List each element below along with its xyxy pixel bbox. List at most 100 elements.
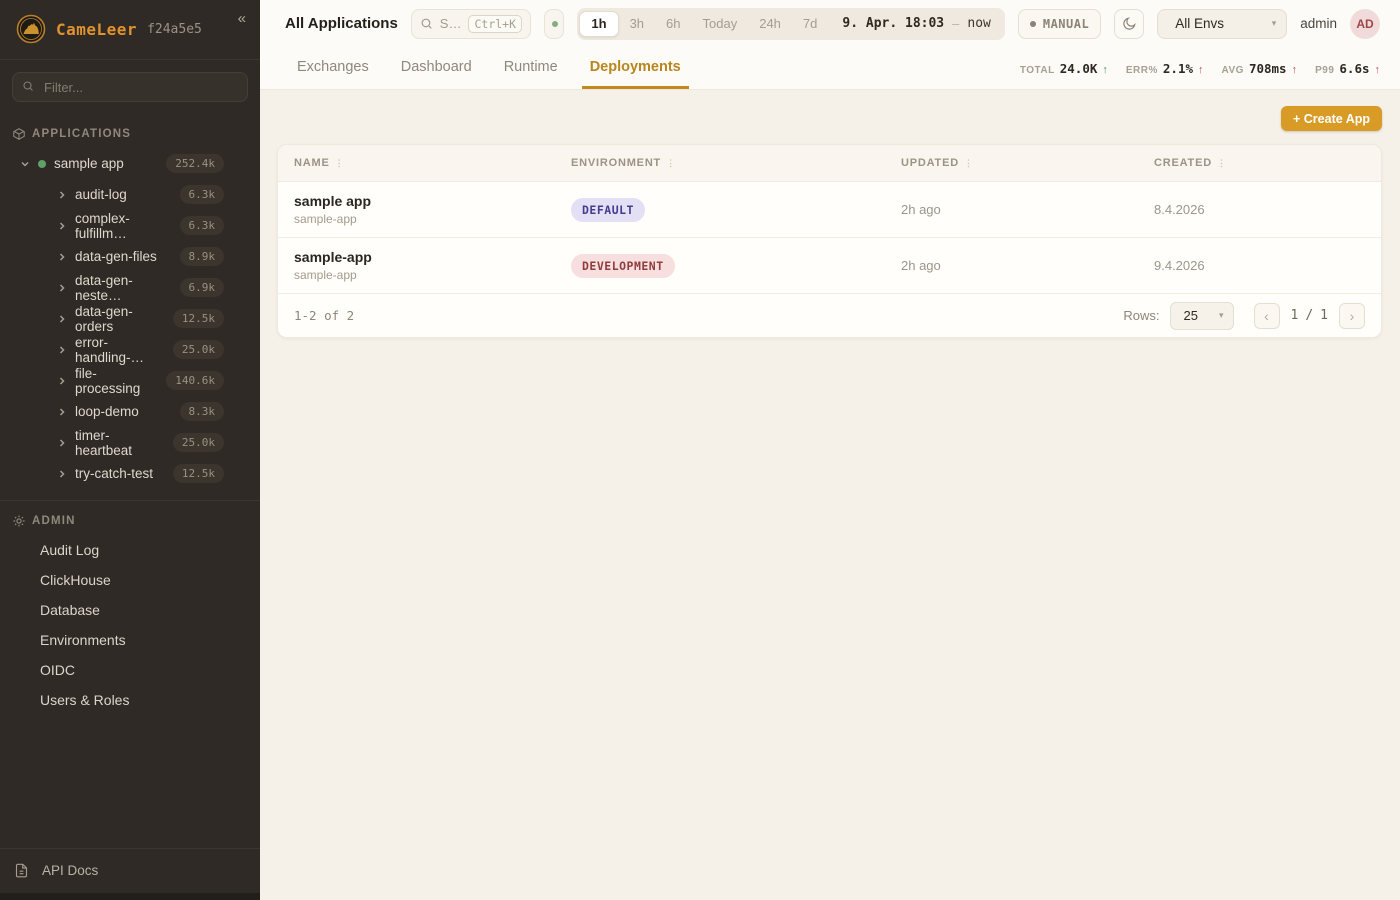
chevron-right-icon xyxy=(57,283,67,293)
chevron-right-icon xyxy=(57,376,67,386)
dark-mode-toggle[interactable] xyxy=(1114,9,1144,39)
admin-item-label: Audit Log xyxy=(40,542,99,558)
previous-page-button[interactable]: ‹ xyxy=(1254,303,1280,329)
sidebar-item-environments[interactable]: Environments xyxy=(0,625,260,655)
total-pages: 1 xyxy=(1320,308,1328,323)
sidebar-item-loop-demo[interactable]: loop-demo 8.3k xyxy=(0,396,260,427)
cell-updated: 2h ago xyxy=(885,258,1138,273)
gear-icon xyxy=(12,514,26,528)
status-dot-icon xyxy=(38,160,46,168)
column-header-created[interactable]: CREATED ⋮ xyxy=(1138,157,1381,169)
environment-select-value: All Envs xyxy=(1175,16,1224,31)
sort-icon: ⋮ xyxy=(1217,158,1227,169)
stat-p99: P99 6.6s ↑ xyxy=(1315,61,1380,76)
sidebar-app-sample-app[interactable]: sample app 252.4k xyxy=(0,148,260,179)
global-search[interactable]: S… Ctrl+K xyxy=(411,9,531,39)
sidebar-item-users-roles[interactable]: Users & Roles xyxy=(0,685,260,715)
tab-runtime[interactable]: Runtime xyxy=(496,47,566,89)
sidebar-item-data-gen-orders[interactable]: data-gen-orders 12.5k xyxy=(0,303,260,334)
table-row[interactable]: sample-app sample-app DEVELOPMENT 2h ago… xyxy=(278,238,1381,294)
stat-total: TOTAL 24.0K ↑ xyxy=(1020,61,1108,76)
item-label: audit-log xyxy=(75,187,127,202)
content-area: + Create App NAME ⋮ ENVIRONMENT ⋮ UPDATE… xyxy=(260,90,1400,900)
cell-environment: DEVELOPMENT xyxy=(555,254,885,278)
sidebar-filter xyxy=(0,60,260,114)
stat-avg: AVG 708ms ↑ xyxy=(1222,61,1298,76)
sidebar-item-data-gen-nested[interactable]: data-gen-neste… 6.9k xyxy=(0,272,260,303)
stat-label: TOTAL xyxy=(1020,65,1055,76)
count-badge: 6.3k xyxy=(180,216,225,235)
moon-icon xyxy=(1121,16,1137,32)
item-label: data-gen-orders xyxy=(75,304,165,334)
filter-input[interactable] xyxy=(12,72,248,102)
sidebar-item-audit-log-admin[interactable]: Audit Log xyxy=(0,535,260,565)
manual-refresh-button[interactable]: MANUAL xyxy=(1018,9,1101,39)
stat-label: P99 xyxy=(1315,65,1334,76)
time-from-value[interactable]: 9. Apr. 18:03 xyxy=(828,16,952,31)
sort-icon: ⋮ xyxy=(964,158,974,169)
item-label: complex-fulfillm… xyxy=(75,211,172,241)
user-name: admin xyxy=(1300,16,1337,31)
time-range-today[interactable]: Today xyxy=(692,11,749,37)
app-slug: sample-app xyxy=(294,212,555,226)
column-header-environment[interactable]: ENVIRONMENT ⋮ xyxy=(555,157,885,169)
sidebar-item-data-gen-files[interactable]: data-gen-files 8.9k xyxy=(0,241,260,272)
count-badge: 8.3k xyxy=(180,402,225,421)
trend-up-icon: ↑ xyxy=(1198,64,1204,76)
next-page-button[interactable]: › xyxy=(1339,303,1365,329)
item-label: timer-heartbeat xyxy=(75,428,165,458)
count-badge: 140.6k xyxy=(166,371,224,390)
table-row[interactable]: sample app sample-app DEFAULT 2h ago 8.4… xyxy=(278,182,1381,238)
sidebar-item-oidc[interactable]: OIDC xyxy=(0,655,260,685)
chevron-down-icon: ▾ xyxy=(1219,310,1224,321)
sidebar-item-file-processing[interactable]: file-processing 140.6k xyxy=(0,365,260,396)
time-range-3h[interactable]: 3h xyxy=(619,11,655,37)
chevron-down-icon xyxy=(20,159,30,169)
sidebar-item-clickhouse[interactable]: ClickHouse xyxy=(0,565,260,595)
api-docs-label: API Docs xyxy=(42,863,98,878)
time-range-6h[interactable]: 6h xyxy=(655,11,691,37)
chevron-right-icon xyxy=(57,469,67,479)
column-header-name[interactable]: NAME ⋮ xyxy=(278,157,555,169)
time-range-24h[interactable]: 24h xyxy=(748,11,792,37)
table-footer: 1-2 of 2 Rows: 25 ▾ ‹ 1 / 1 › xyxy=(278,294,1381,337)
item-label: file-processing xyxy=(75,366,158,396)
top-header: All Applications S… Ctrl+K O 1h 3h 6h To… xyxy=(260,0,1400,47)
item-label: try-catch-test xyxy=(75,466,153,481)
tab-bar: Exchanges Dashboard Runtime Deployments … xyxy=(260,47,1400,90)
online-status-indicator[interactable]: O xyxy=(544,9,564,39)
tab-dashboard[interactable]: Dashboard xyxy=(393,47,480,89)
time-range-1h[interactable]: 1h xyxy=(579,11,618,37)
avatar[interactable]: AD xyxy=(1350,9,1380,39)
column-header-updated[interactable]: UPDATED ⋮ xyxy=(885,157,1138,169)
cell-created: 9.4.2026 xyxy=(1138,258,1381,273)
sidebar-item-database[interactable]: Database xyxy=(0,595,260,625)
cell-updated: 2h ago xyxy=(885,202,1138,217)
count-badge: 25.0k xyxy=(173,433,224,452)
chevron-right-icon xyxy=(57,221,67,231)
time-separator: – xyxy=(952,16,959,31)
sidebar-item-complex-fulfillment[interactable]: complex-fulfillm… 6.3k xyxy=(0,210,260,241)
sidebar-item-error-handling[interactable]: error-handling-… 25.0k xyxy=(0,334,260,365)
time-range-7d[interactable]: 7d xyxy=(792,11,828,37)
sidebar-item-audit-log[interactable]: audit-log 6.3k xyxy=(0,179,260,210)
sidebar-spacer xyxy=(0,715,260,848)
tab-deployments[interactable]: Deployments xyxy=(582,47,689,89)
admin-item-label: OIDC xyxy=(40,662,75,678)
sidebar-item-timer-heartbeat[interactable]: timer-heartbeat 25.0k xyxy=(0,427,260,458)
tab-exchanges[interactable]: Exchanges xyxy=(289,47,377,89)
environment-select[interactable]: All Envs ▾ xyxy=(1157,9,1287,39)
rows-per-page-select[interactable]: 25 ▾ xyxy=(1170,302,1234,330)
brand-logo-icon xyxy=(16,14,46,44)
count-badge: 25.0k xyxy=(173,340,224,359)
sidebar-bottom-strip xyxy=(0,893,260,900)
stat-value: 2.1% xyxy=(1163,61,1193,76)
admin-section-label: ADMIN xyxy=(32,515,76,527)
chevron-right-icon xyxy=(57,407,67,417)
sidebar-collapse-icon[interactable]: « xyxy=(238,10,246,27)
sidebar-item-try-catch-test[interactable]: try-catch-test 12.5k xyxy=(0,458,260,489)
api-docs-link[interactable]: API Docs xyxy=(0,848,260,893)
time-to-value[interactable]: now xyxy=(959,16,1002,31)
create-app-button[interactable]: + Create App xyxy=(1281,106,1382,131)
stat-err: ERR% 2.1% ↑ xyxy=(1126,61,1204,76)
